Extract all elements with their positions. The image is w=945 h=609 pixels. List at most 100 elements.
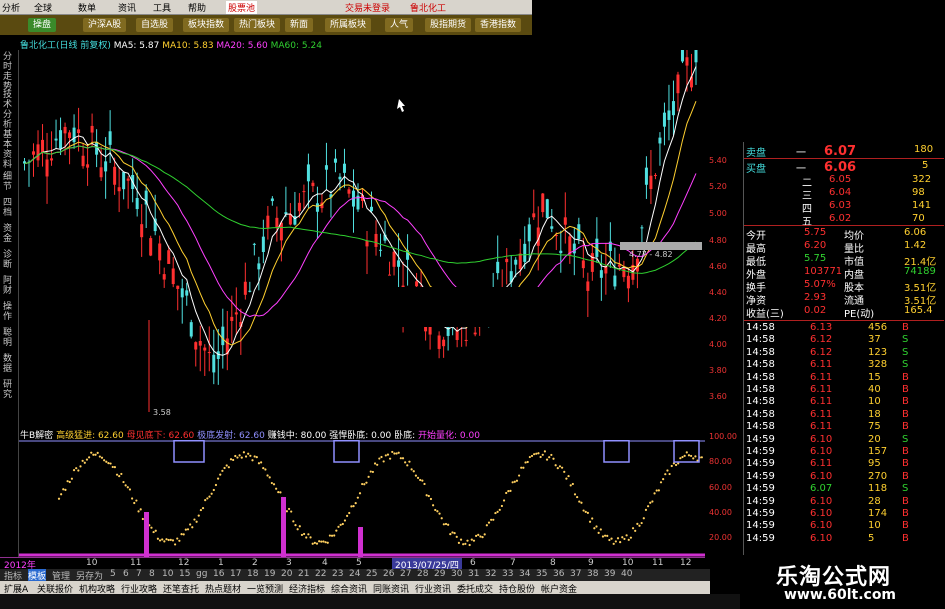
candle-body bbox=[194, 342, 198, 350]
indicator-tab-31[interactable]: 36 bbox=[553, 569, 564, 579]
left-item-0[interactable]: 分时走势 bbox=[3, 52, 15, 92]
indicator-tab-9[interactable]: 15 bbox=[179, 569, 190, 579]
tick-row-8: 14:58 6.11 75 B bbox=[744, 421, 944, 434]
candle-body bbox=[622, 267, 626, 278]
menu-item-2[interactable]: 数单 bbox=[78, 1, 96, 14]
indicator-dot bbox=[182, 533, 185, 536]
tab-6[interactable]: 所属板块 bbox=[325, 18, 372, 32]
candle-body bbox=[221, 326, 225, 346]
indicator-tab-19[interactable]: 24 bbox=[349, 569, 360, 579]
menu-item-3[interactable]: 资讯 bbox=[118, 1, 136, 14]
indicator-tab-7[interactable]: 8 bbox=[149, 569, 155, 579]
tab-8[interactable]: 股指期货 bbox=[425, 18, 472, 32]
indicator-dot bbox=[221, 469, 224, 472]
indicator-chart[interactable] bbox=[19, 440, 705, 557]
candle-body bbox=[676, 74, 680, 94]
tab-9[interactable]: 香港指数 bbox=[475, 18, 522, 32]
indicator-tab-14[interactable]: 19 bbox=[264, 569, 275, 579]
indicator-dot bbox=[670, 464, 673, 468]
stat-value: 0.02 bbox=[804, 305, 827, 316]
indicator-dot bbox=[601, 535, 605, 538]
indicator-tab-12[interactable]: 17 bbox=[230, 569, 241, 579]
indicator-block bbox=[173, 440, 205, 463]
left-item-7[interactable]: 阿财 bbox=[3, 276, 15, 296]
menu-item-0[interactable]: 分析 bbox=[2, 1, 20, 14]
tab-3[interactable]: 板块指数 bbox=[183, 18, 230, 32]
indicator-tab-16[interactable]: 21 bbox=[298, 569, 309, 579]
left-item-10[interactable]: 数据 bbox=[3, 354, 15, 374]
left-item-1[interactable]: 技术分析 bbox=[3, 90, 15, 130]
kline-chart[interactable]: 3.58 4.77 - 4.82 bbox=[19, 50, 705, 427]
tab-4[interactable]: 热门板块 bbox=[234, 18, 281, 32]
indicator-tab-32[interactable]: 37 bbox=[570, 569, 581, 579]
tab-2[interactable]: 自选股 bbox=[136, 18, 174, 32]
indicator-dot bbox=[588, 520, 592, 523]
buy-row-3: 三 6.04 98 bbox=[744, 187, 944, 202]
tick-row-17: 14:59 6.10 5 B bbox=[744, 533, 944, 546]
tab-1[interactable]: 沪深A股 bbox=[83, 18, 127, 32]
level-vol: 322 bbox=[912, 174, 932, 185]
tab-7[interactable]: 人气 bbox=[385, 18, 414, 32]
indicator-dot bbox=[636, 522, 639, 526]
indicator-dot bbox=[434, 508, 437, 512]
indicator-dot bbox=[644, 508, 648, 512]
indicator-tab-29[interactable]: 34 bbox=[519, 569, 530, 579]
indicator-dot bbox=[481, 536, 484, 539]
indicator-tab-11[interactable]: 16 bbox=[213, 569, 224, 579]
left-item-5[interactable]: 资金 bbox=[3, 224, 15, 244]
indicator-tab-20[interactable]: 25 bbox=[366, 569, 377, 579]
indicator-tab-8[interactable]: 10 bbox=[162, 569, 173, 579]
menu-item-stockpool[interactable]: 股票池 bbox=[226, 1, 258, 14]
indicator-dot bbox=[634, 529, 637, 532]
ind-ytick: 80.00 bbox=[709, 457, 732, 466]
tab-5[interactable]: 新面 bbox=[285, 18, 314, 32]
indicator-dot bbox=[72, 469, 76, 472]
indicator-tab-6[interactable]: 7 bbox=[136, 569, 142, 579]
tick-vol: 174 bbox=[868, 508, 888, 519]
ytick: 5.40 bbox=[709, 156, 727, 165]
indicator-tab-26[interactable]: 31 bbox=[468, 569, 479, 579]
indicator-dot bbox=[479, 535, 482, 538]
left-item-11[interactable]: 研究 bbox=[3, 380, 15, 400]
left-item-3[interactable]: 细节 bbox=[3, 172, 15, 192]
left-item-9[interactable]: 聪明 bbox=[3, 328, 15, 348]
tick-row-2: 14:58 6.12 123 S bbox=[744, 347, 944, 360]
tick-price: 6.12 bbox=[810, 346, 833, 358]
left-item-6[interactable]: 诊断 bbox=[3, 250, 15, 270]
indicator-tab-22[interactable]: 27 bbox=[400, 569, 411, 579]
indicator-dot bbox=[561, 466, 564, 469]
indicator-dot bbox=[404, 461, 407, 464]
left-item-8[interactable]: 操作 bbox=[3, 302, 15, 322]
quote-panel: 卖盘一 6.07 180 买盘一 6.06 5 二 6.05 322 三 6.04 98 四 6.03 14… bbox=[743, 142, 945, 557]
indicator-tab-28[interactable]: 33 bbox=[502, 569, 513, 579]
menu-item-4[interactable]: 工具 bbox=[153, 1, 171, 14]
candle-body bbox=[113, 166, 117, 185]
indicator-tab-25[interactable]: 30 bbox=[451, 569, 462, 579]
indicator-tab-10[interactable]: gg bbox=[196, 569, 207, 579]
indicator-tab-17[interactable]: 22 bbox=[315, 569, 326, 579]
indicator-tab-4[interactable]: 5 bbox=[110, 569, 116, 579]
menu-item-5[interactable]: 帮助 bbox=[188, 1, 206, 14]
indicator-tab-18[interactable]: 23 bbox=[332, 569, 343, 579]
tab-0[interactable]: 操盘 bbox=[28, 18, 57, 32]
left-item-2[interactable]: 基本资料 bbox=[3, 130, 15, 170]
indicator-tab-21[interactable]: 26 bbox=[383, 569, 394, 579]
indicator-tab-13[interactable]: 18 bbox=[247, 569, 258, 579]
menu-item-1[interactable]: 全球 bbox=[34, 1, 52, 14]
tick-vol: 75 bbox=[868, 421, 881, 433]
indicator-dot bbox=[253, 455, 256, 458]
indicator-tab-23[interactable]: 28 bbox=[417, 569, 428, 579]
left-item-4[interactable]: 四档 bbox=[3, 198, 15, 218]
indicator-tab-5[interactable]: 6 bbox=[123, 569, 129, 579]
indicator-tab-24[interactable]: 29 bbox=[434, 569, 445, 579]
indicator-tab-35[interactable]: 40 bbox=[621, 569, 632, 579]
indicator-dot bbox=[268, 476, 271, 479]
indicator-dot bbox=[257, 462, 261, 465]
indicator-tab-30[interactable]: 35 bbox=[536, 569, 547, 579]
indicator-tab-34[interactable]: 39 bbox=[604, 569, 615, 579]
indicator-tab-27[interactable]: 32 bbox=[485, 569, 496, 579]
indicator-tab-15[interactable]: 20 bbox=[281, 569, 292, 579]
indicator-dot bbox=[530, 454, 534, 458]
indicator-tab-33[interactable]: 38 bbox=[587, 569, 598, 579]
indicator-dot bbox=[526, 460, 529, 464]
